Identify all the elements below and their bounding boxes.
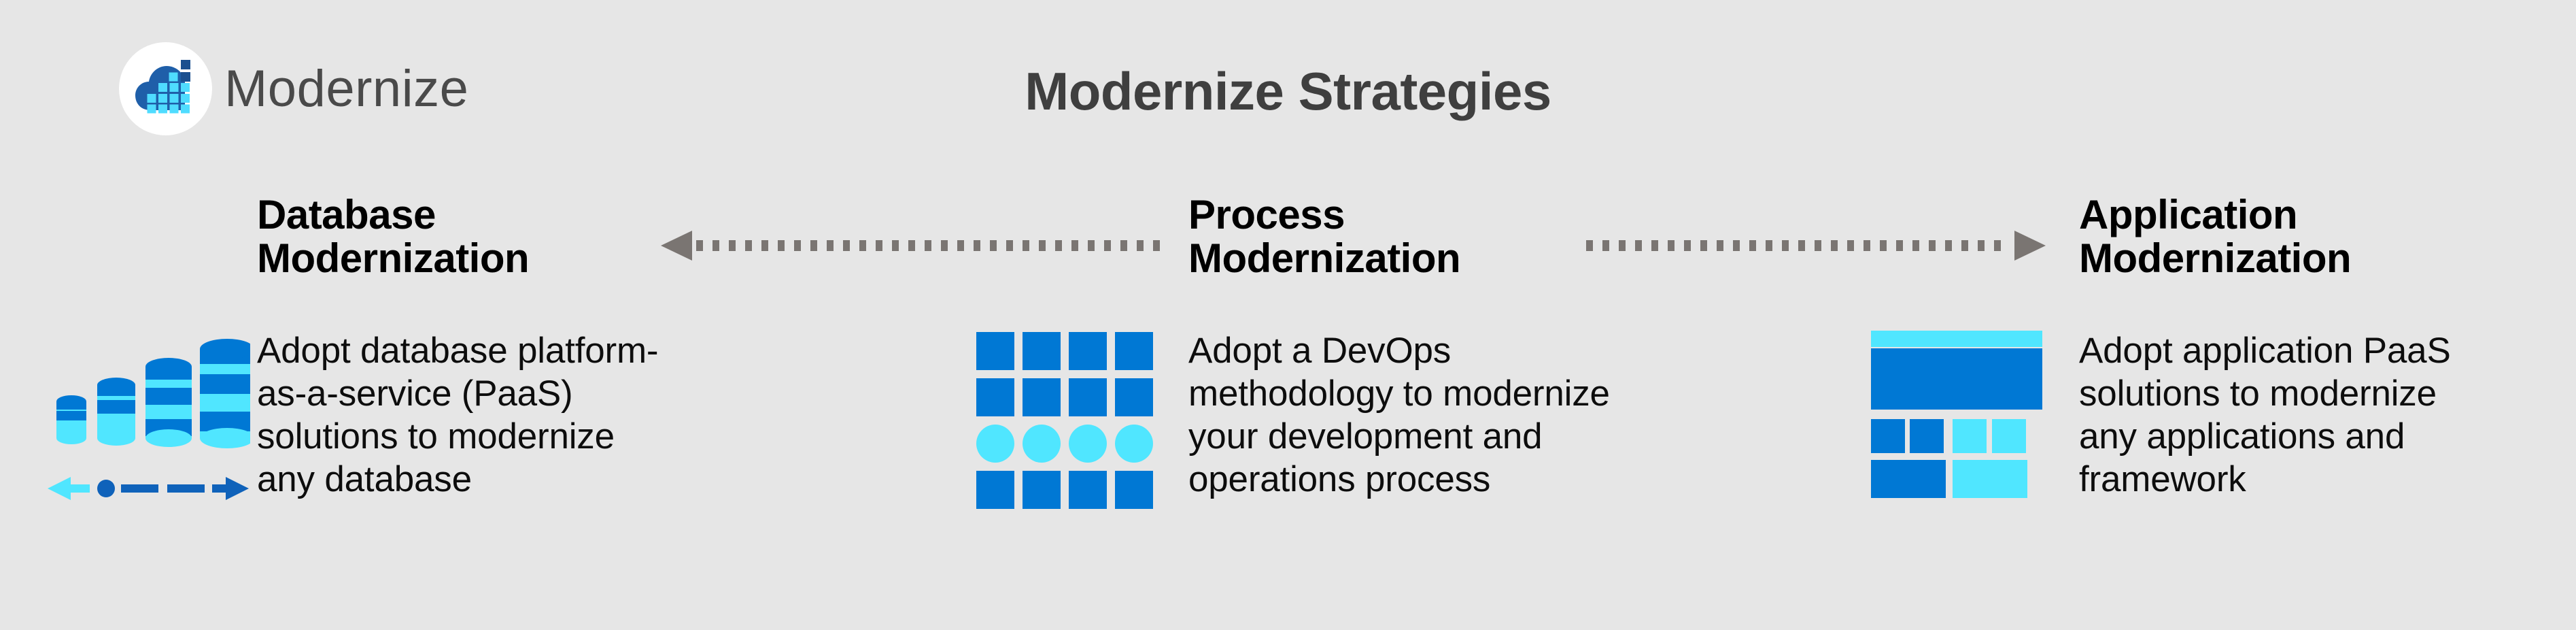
database-growth-icon xyxy=(46,331,254,505)
column-application: Application Modernization Adopt applicat… xyxy=(2079,192,2569,499)
column-database-heading: Database Modernization xyxy=(257,192,530,282)
devops-grid-icon xyxy=(974,329,1158,518)
column-application-body-row: Adopt application PaaS solutions to mode… xyxy=(2079,329,2451,501)
column-application-heading: Application Modernization xyxy=(2079,192,2352,282)
app-wireframe-icon xyxy=(1871,331,2042,504)
column-application-body: Adopt application PaaS solutions to mode… xyxy=(2079,331,2451,500)
column-process: Process Modernization Adopt a DevOps met… xyxy=(1188,192,1753,499)
column-process-heading: Process Modernization xyxy=(1188,192,1461,282)
page-title: Modernize Strategies xyxy=(1025,61,1551,121)
column-process-body: Adopt a DevOps methodology to modernize … xyxy=(1188,331,1610,500)
column-database: Database Modernization Adopt database pl… xyxy=(257,192,794,499)
column-process-body-row: Adopt a DevOps methodology to modernize … xyxy=(1188,329,1610,501)
database-range-arrow-icon xyxy=(48,477,249,500)
column-database-body: Adopt database platform- as-a-service (P… xyxy=(257,331,659,500)
column-database-body-row: Adopt database platform- as-a-service (P… xyxy=(257,329,659,501)
